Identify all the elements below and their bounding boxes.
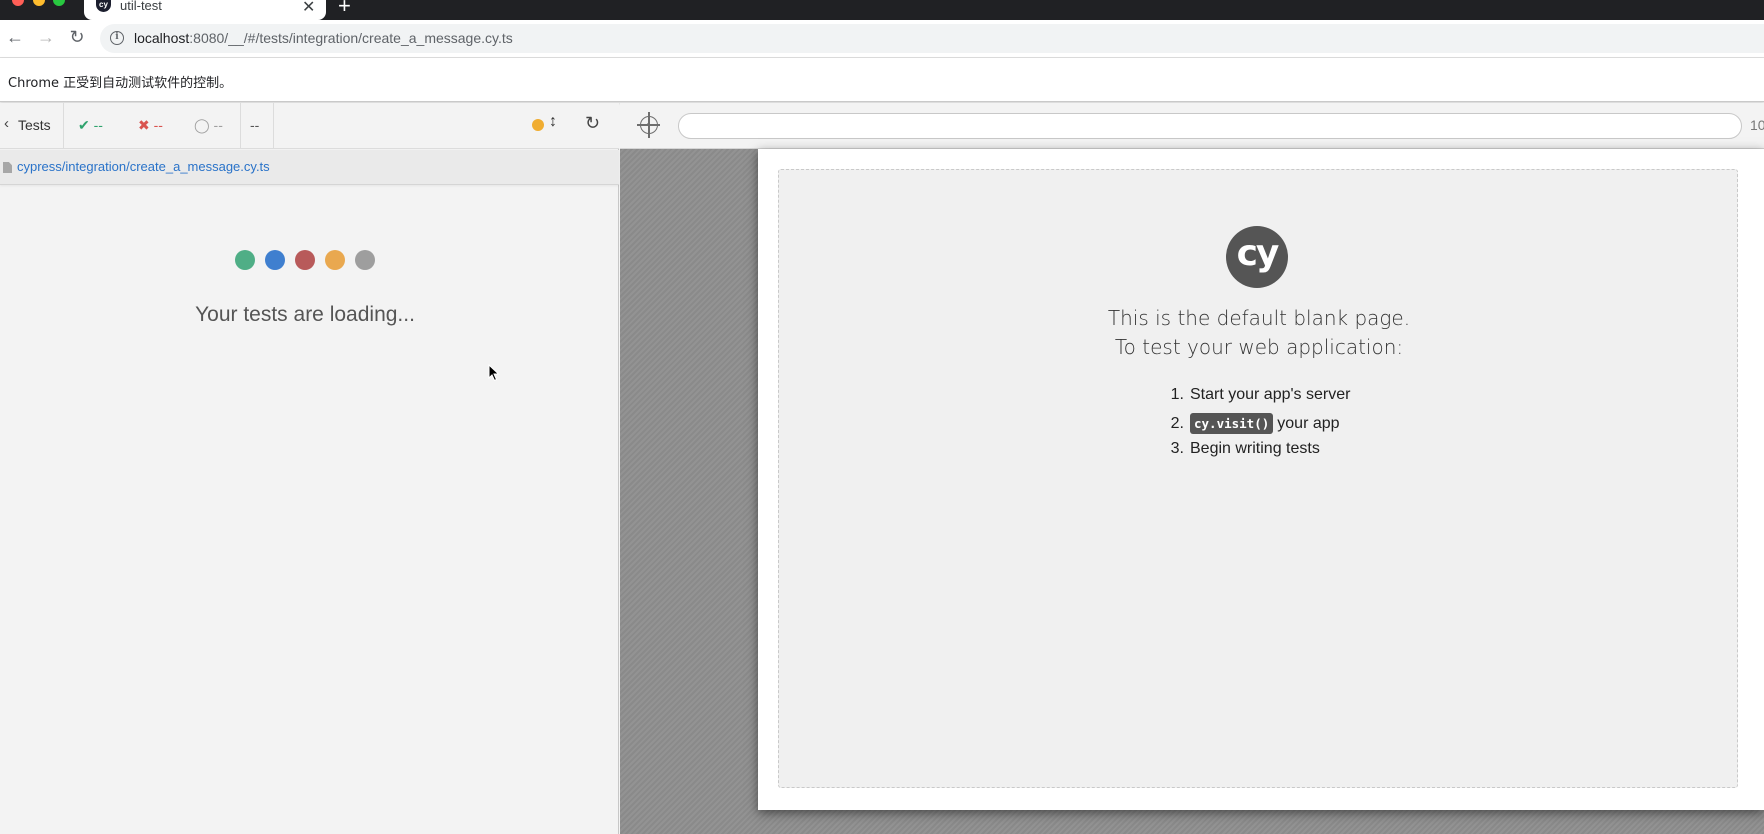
aut-iframe: cy This is the default blank page. To te… <box>758 149 1764 810</box>
new-tab-icon[interactable]: + <box>338 0 351 19</box>
loading-indicator <box>235 250 380 270</box>
chevron-left-icon: ‹ <box>4 115 9 132</box>
pending-count: ◯ -- <box>194 117 223 133</box>
loader-dot <box>295 250 315 270</box>
step-text: your app <box>1277 415 1340 432</box>
back-arrow-icon[interactable]: ← <box>2 24 28 50</box>
file-icon <box>3 162 12 173</box>
steps-list: 1. Start your app's server 2. cy.visit() yo… <box>1162 386 1351 467</box>
step-number: 3. <box>1170 440 1184 457</box>
browser-tab-strip: cy util-test ✕ + <box>0 0 1764 20</box>
automation-notice: Chrome 正受到自动测试软件的控制。 <box>8 76 233 91</box>
passed-count: ✔ -- <box>78 117 103 133</box>
crosshair-line <box>648 112 650 138</box>
browser-tab[interactable]: cy util-test ✕ <box>84 0 326 20</box>
spec-file-link[interactable]: cypress/integration/create_a_message.cy.… <box>17 159 270 174</box>
address-bar-url[interactable]: localhost:8080/__/#/tests/integration/cr… <box>134 30 513 46</box>
restart-tests-icon[interactable]: ↻ <box>585 113 600 134</box>
forward-arrow-icon[interactable]: → <box>33 24 59 50</box>
close-window-button[interactable] <box>12 0 24 6</box>
reload-icon[interactable]: ↻ <box>64 24 90 50</box>
cypress-favicon-icon: cy <box>96 0 111 12</box>
zoom-window-button[interactable] <box>53 0 65 6</box>
url-path: :8080/__/#/tests/integration/create_a_me… <box>189 30 513 46</box>
auto-scroll-status-dot[interactable] <box>532 119 544 131</box>
browser-toolbar: ← → ↻ i localhost:8080/__/#/tests/integr… <box>0 20 1764 58</box>
code-snippet: cy.visit() <box>1190 413 1274 434</box>
loader-dot <box>265 250 285 270</box>
aut-header: 10 <box>620 103 1764 149</box>
tab-title: util-test <box>120 0 162 13</box>
tab-close-icon[interactable]: ✕ <box>302 0 315 17</box>
blank-page-subheading: To test your web application: <box>1114 335 1404 359</box>
viewport-info[interactable]: 10 <box>1750 117 1764 133</box>
loader-dot <box>355 250 375 270</box>
step-text: Start your app's server <box>1190 386 1351 403</box>
blank-page-heading: This is the default blank page. <box>1107 306 1411 330</box>
step-text: Begin writing tests <box>1190 440 1320 457</box>
step-number: 1. <box>1170 386 1184 403</box>
minimize-window-button[interactable] <box>33 0 45 6</box>
aut-url-field[interactable] <box>678 113 1742 139</box>
duration: -- <box>250 117 260 133</box>
loader-dot <box>325 250 345 270</box>
aut-pane: 10 cy This is the default blank page. To… <box>620 103 1764 834</box>
divider <box>273 103 274 149</box>
tests-label: Tests <box>18 117 51 133</box>
auto-scroll-icon[interactable]: ↕ <box>549 113 557 131</box>
loader-dot <box>235 250 255 270</box>
cypress-reporter: ‹ Tests ✔ -- ✖ -- ◯ -- -- ↕ ↻ cypress/in… <box>0 103 619 834</box>
list-item: 1. Start your app's server <box>1162 386 1351 413</box>
list-item: 3. Begin writing tests <box>1162 440 1350 467</box>
failed-count: ✖ -- <box>138 117 163 133</box>
cypress-logo-icon: cy <box>1226 226 1288 288</box>
tests-back-button[interactable]: ‹ Tests <box>0 103 64 149</box>
divider <box>240 103 241 149</box>
spec-file-bar: cypress/integration/create_a_message.cy.… <box>0 150 619 185</box>
step-number: 2. <box>1170 415 1184 432</box>
site-info-icon[interactable]: i <box>110 31 124 45</box>
url-host: localhost <box>134 30 190 46</box>
loading-message: Your tests are loading... <box>195 303 415 326</box>
list-item: 2. cy.visit() your app <box>1162 413 1350 440</box>
default-blank-page: cy This is the default blank page. To te… <box>778 169 1738 788</box>
reporter-header: ‹ Tests ✔ -- ✖ -- ◯ -- -- ↕ ↻ <box>0 103 619 149</box>
automation-infobar: Chrome 正受到自动测试软件的控制。 <box>0 58 1764 102</box>
address-bar[interactable]: i localhost:8080/__/#/tests/integration/… <box>100 24 1764 53</box>
